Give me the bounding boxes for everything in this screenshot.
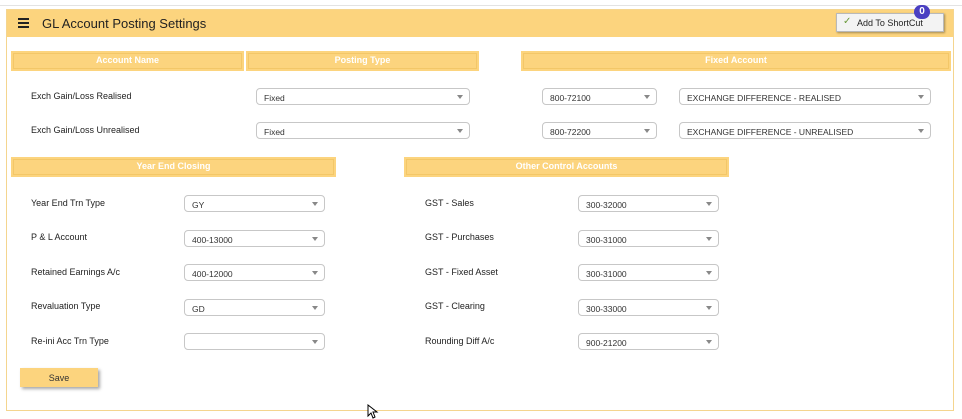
select-value: Fixed (264, 127, 285, 137)
other-control-label: GST - Fixed Asset (425, 267, 498, 277)
gst-purchases-select[interactable]: 300-31000 (578, 230, 719, 247)
chevron-down-icon (918, 129, 924, 133)
exch-realised-posting-type-select[interactable]: Fixed (256, 88, 470, 105)
header-posting-type: Posting Type (246, 51, 479, 71)
chevron-down-icon (706, 340, 712, 344)
exch-unrealised-posting-type-select[interactable]: Fixed (256, 122, 470, 139)
chevron-down-icon (312, 340, 318, 344)
select-value: GD (192, 304, 205, 314)
other-control-label: Rounding Diff A/c (425, 336, 495, 346)
chevron-down-icon (457, 95, 463, 99)
pl-account-select[interactable]: 400-13000 (184, 230, 325, 247)
revaluation-type-select[interactable]: GD (184, 299, 325, 316)
year-end-label: Revaluation Type (31, 301, 101, 311)
year-end-label: Re-ini Acc Trn Type (31, 336, 109, 346)
exch-unrealised-account-desc-select[interactable]: EXCHANGE DIFFERENCE - UNREALISED (679, 122, 931, 139)
select-value: 900-21200 (586, 338, 627, 348)
hamburger-menu-icon[interactable] (18, 18, 29, 28)
select-value: GY (192, 200, 205, 210)
title-bar: GL Account Posting Settings ✓ Add To Sho… (7, 10, 953, 37)
chevron-down-icon (706, 306, 712, 310)
select-value: EXCHANGE DIFFERENCE - UNREALISED (687, 127, 854, 137)
chevron-down-icon (312, 271, 318, 275)
exch-unrealised-account-code-select[interactable]: 800-72200 (542, 122, 657, 139)
year-end-trn-type-select[interactable]: GY (184, 195, 325, 212)
chevron-down-icon (918, 95, 924, 99)
other-control-label: GST - Clearing (425, 301, 485, 311)
gst-fixed-asset-select[interactable]: 300-31000 (578, 264, 719, 281)
reini-acc-trn-type-select[interactable] (184, 333, 325, 350)
year-end-label: P & L Account (31, 232, 88, 242)
exch-unrealised-label: Exch Gain/Loss Unrealised (31, 125, 140, 135)
other-control-label: GST - Sales (425, 198, 474, 208)
select-value: 800-72100 (550, 93, 591, 103)
save-button[interactable]: Save (20, 368, 98, 387)
year-end-label: Year End Trn Type (31, 198, 106, 208)
gst-sales-select[interactable]: 300-32000 (578, 195, 719, 212)
chevron-down-icon (312, 202, 318, 206)
select-value: 300-33000 (586, 304, 627, 314)
shortcut-count-badge: 0 (914, 5, 930, 19)
chevron-down-icon (706, 202, 712, 206)
rounding-diff-select[interactable]: 900-21200 (578, 333, 719, 350)
select-value: 400-12000 (192, 269, 233, 279)
chevron-down-icon (457, 129, 463, 133)
pin-icon: ✓ (843, 16, 852, 27)
chevron-down-icon (644, 95, 650, 99)
chevron-down-icon (644, 129, 650, 133)
gst-clearing-select[interactable]: 300-33000 (578, 299, 719, 316)
select-value: 400-13000 (192, 235, 233, 245)
header-other-control-accounts: Other Control Accounts (404, 157, 729, 177)
mouse-cursor-icon (367, 404, 379, 419)
chevron-down-icon (706, 271, 712, 275)
year-end-label: Retained Earnings A/c (31, 267, 121, 277)
select-value: Fixed (264, 93, 285, 103)
exch-realised-account-desc-select[interactable]: EXCHANGE DIFFERENCE - REALISED (679, 88, 931, 105)
select-value: 300-31000 (586, 235, 627, 245)
other-control-label: GST - Purchases (425, 232, 494, 242)
select-value: EXCHANGE DIFFERENCE - REALISED (687, 93, 841, 103)
header-fixed-account: Fixed Account (521, 51, 951, 71)
top-divider (0, 5, 962, 6)
exch-realised-account-code-select[interactable]: 800-72100 (542, 88, 657, 105)
add-to-shortcut-label: Add To ShortCut (857, 18, 923, 28)
header-account-name: Account Name (11, 51, 244, 71)
select-value: 300-32000 (586, 200, 627, 210)
chevron-down-icon (312, 237, 318, 241)
exch-realised-label: Exch Gain/Loss Realised (31, 91, 132, 101)
header-year-end-closing: Year End Closing (11, 157, 336, 177)
chevron-down-icon (312, 306, 318, 310)
select-value: 800-72200 (550, 127, 591, 137)
retained-earnings-select[interactable]: 400-12000 (184, 264, 325, 281)
chevron-down-icon (706, 237, 712, 241)
select-value: 300-31000 (586, 269, 627, 279)
page-title: GL Account Posting Settings (42, 16, 207, 31)
